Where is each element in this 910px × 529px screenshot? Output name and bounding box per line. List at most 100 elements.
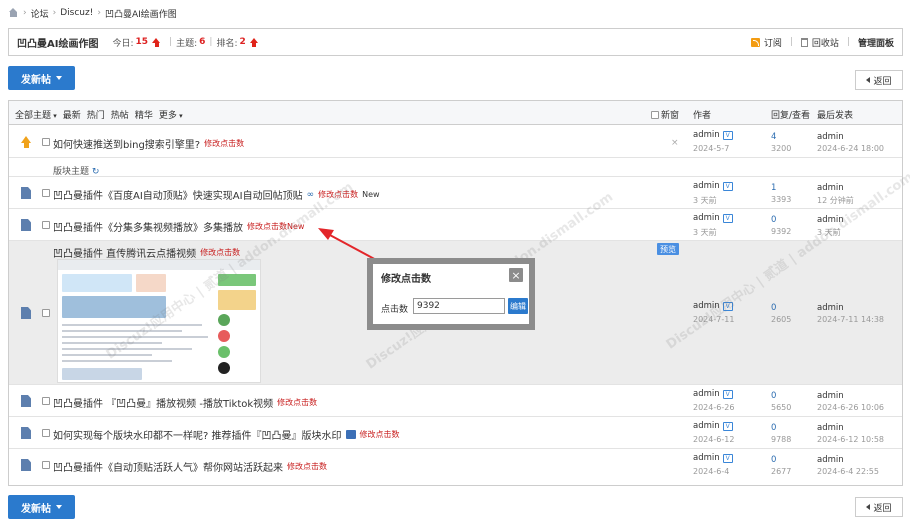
thread-title[interactable]: 如何快速推送到bing搜索引擎里? (53, 136, 200, 151)
col-replies-views: 回复/查看 (771, 111, 811, 121)
caret-down-icon (56, 76, 62, 80)
home-icon[interactable] (8, 8, 19, 18)
thread-title[interactable]: 如何实现每个版块水印都不一样呢? 推荐插件『凹凸曼』版块水印 (53, 427, 342, 442)
section-row: 版块主题 ↻ (9, 158, 902, 177)
caret-down-icon (56, 505, 62, 509)
edit-clicks-link[interactable]: 修改点击数 (360, 429, 400, 440)
left-triangle-icon (866, 77, 871, 83)
up-arrow-icon (152, 37, 161, 47)
author-link[interactable]: admin (693, 389, 720, 399)
thread-title[interactable]: 凹凸曼插件 直传腾讯云点播视频 (53, 245, 196, 260)
admin-panel-link[interactable]: 管理面板 (858, 36, 894, 49)
new-post-button[interactable]: 发新帖 (8, 66, 75, 90)
edit-clicks-link[interactable]: 修改点击数 (204, 138, 244, 149)
thread-title[interactable]: 凹凸曼插件《分集多集视频播放》多集播放 (53, 219, 243, 234)
row-checkbox[interactable] (42, 221, 50, 229)
edit-clicks-link[interactable]: 修改点击数 (318, 189, 358, 200)
filter-hot[interactable]: 热门 (87, 108, 105, 121)
document-icon (21, 459, 31, 471)
row-checkbox[interactable] (42, 138, 50, 146)
table-row[interactable]: 凹凸曼插件《分集多集视频播放》多集播放 修改点击数 New admin V 3 天… (9, 209, 902, 241)
row-checkbox[interactable] (42, 189, 50, 197)
link-icon: ∞ (306, 189, 315, 200)
filter-more[interactable]: 更多 (159, 108, 183, 121)
last-poster[interactable]: admin (817, 303, 844, 313)
breadcrumb-discuz[interactable]: Discuz! (60, 8, 93, 18)
post-date: 3 天前 (693, 228, 717, 237)
post-date: 2024-7-11 (693, 315, 735, 324)
new-window-toggle[interactable]: 新窗 (651, 108, 679, 121)
filter-all[interactable]: 全部主题 (15, 108, 57, 121)
author-link[interactable]: admin (693, 130, 720, 140)
refresh-icon[interactable]: ↻ (92, 167, 100, 177)
new-post-button-bottom[interactable]: 发新帖 (8, 495, 75, 519)
thread-preview-image[interactable] (57, 259, 261, 383)
filter-latest[interactable]: 最新 (63, 108, 81, 121)
last-poster[interactable]: admin (817, 215, 844, 225)
back-button[interactable]: 返回 (855, 70, 903, 90)
close-icon[interactable]: × (671, 138, 679, 148)
row-checkbox[interactable] (42, 397, 50, 405)
row-checkbox[interactable] (42, 461, 50, 469)
table-row[interactable]: 如何实现每个版块水印都不一样呢? 推荐插件『凹凸曼』版块水印 修改点击数 adm… (9, 417, 902, 449)
breadcrumb-forum[interactable]: 论坛 (31, 7, 49, 20)
filter-hot-posts[interactable]: 热帖 (111, 108, 129, 121)
author-link[interactable]: admin (693, 421, 720, 431)
reply-count[interactable]: 0 (771, 423, 776, 433)
last-post-date: 2024-6-4 22:55 (817, 467, 879, 476)
table-row[interactable]: 凹凸曼插件 『凹凸曼』播放视频 -播放Tiktok视频 修改点击数 admin … (9, 385, 902, 417)
document-icon (21, 187, 31, 199)
today-stat: 今日: 15 (112, 36, 165, 49)
reply-count[interactable]: 1 (771, 183, 776, 193)
clicks-input[interactable] (413, 298, 505, 314)
recycle-link[interactable]: 回收站 (812, 36, 839, 49)
table-row[interactable]: 凹凸曼插件《百度AI自动顶贴》快速实现AI自动回帖顶贴 ∞ 修改点击数 New a… (9, 177, 902, 209)
table-row[interactable]: 凹凸曼插件《自动顶贴活跃人气》帮你网站活跃起来 修改点击数 admin V 20… (9, 449, 902, 485)
last-post-date: 2024-6-26 10:06 (817, 403, 884, 412)
last-poster[interactable]: admin (817, 423, 844, 433)
close-icon[interactable]: × (509, 268, 523, 282)
reply-count[interactable]: 4 (771, 132, 776, 142)
author-link[interactable]: admin (693, 301, 720, 311)
thread-title[interactable]: 凹凸曼插件《自动顶贴活跃人气》帮你网站活跃起来 (53, 459, 283, 474)
subscribe-link[interactable]: 订阅 (764, 36, 782, 49)
row-checkbox[interactable] (42, 429, 50, 437)
last-poster[interactable]: admin (817, 132, 844, 142)
rss-icon (750, 37, 760, 47)
new-window-checkbox[interactable] (651, 110, 659, 119)
row-checkbox[interactable] (42, 309, 50, 317)
last-poster[interactable]: admin (817, 183, 844, 193)
last-post-date: 2024-7-11 14:38 (817, 315, 884, 324)
breadcrumb-current[interactable]: 凹凸曼AI绘画作图 (105, 7, 177, 20)
edit-clicks-link[interactable]: 修改点击数 (247, 221, 287, 232)
edit-clicks-link[interactable]: 修改点击数 (200, 247, 240, 258)
back-button-bottom[interactable]: 返回 (855, 497, 903, 517)
reply-count[interactable]: 0 (771, 455, 776, 465)
author-link[interactable]: admin (693, 213, 720, 223)
reply-count[interactable]: 0 (771, 215, 776, 225)
reply-count[interactable]: 0 (771, 303, 776, 313)
edit-clicks-dialog: 修改点击数 × 点击数 编辑 (367, 258, 535, 330)
table-row[interactable]: 如何快速推送到bing搜索引擎里? 修改点击数 × admin V 2024-5… (9, 126, 902, 158)
breadcrumb: › 论坛 › Discuz! › 凹凸曼AI绘画作图 (8, 6, 177, 20)
clicks-label: 点击数 (381, 305, 409, 315)
edit-clicks-link[interactable]: 修改点击数 (277, 397, 317, 408)
thread-title[interactable]: 凹凸曼插件 『凹凸曼』播放视频 -播放Tiktok视频 (53, 395, 273, 410)
thread-title[interactable]: 凹凸曼插件《百度AI自动顶贴》快速实现AI自动回帖顶贴 (53, 187, 303, 202)
document-icon (21, 395, 31, 407)
post-date: 2024-6-26 (693, 403, 735, 412)
document-icon (21, 219, 31, 231)
author-link[interactable]: admin (693, 181, 720, 191)
last-poster[interactable]: admin (817, 455, 844, 465)
view-count: 9392 (771, 227, 792, 236)
filter-digest[interactable]: 精华 (135, 108, 153, 121)
new-tag: New (362, 190, 380, 199)
edit-submit-button[interactable]: 编辑 (508, 298, 528, 314)
reply-count[interactable]: 0 (771, 391, 776, 401)
last-post-date: 2024-6-24 18:00 (817, 144, 884, 153)
thread-filters: 全部主题 最新 热门 热帖 精华 更多 (15, 108, 183, 121)
preview-button[interactable]: 预览 (657, 243, 679, 255)
author-link[interactable]: admin (693, 453, 720, 463)
last-poster[interactable]: admin (817, 391, 844, 401)
edit-clicks-link[interactable]: 修改点击数 (287, 461, 327, 472)
